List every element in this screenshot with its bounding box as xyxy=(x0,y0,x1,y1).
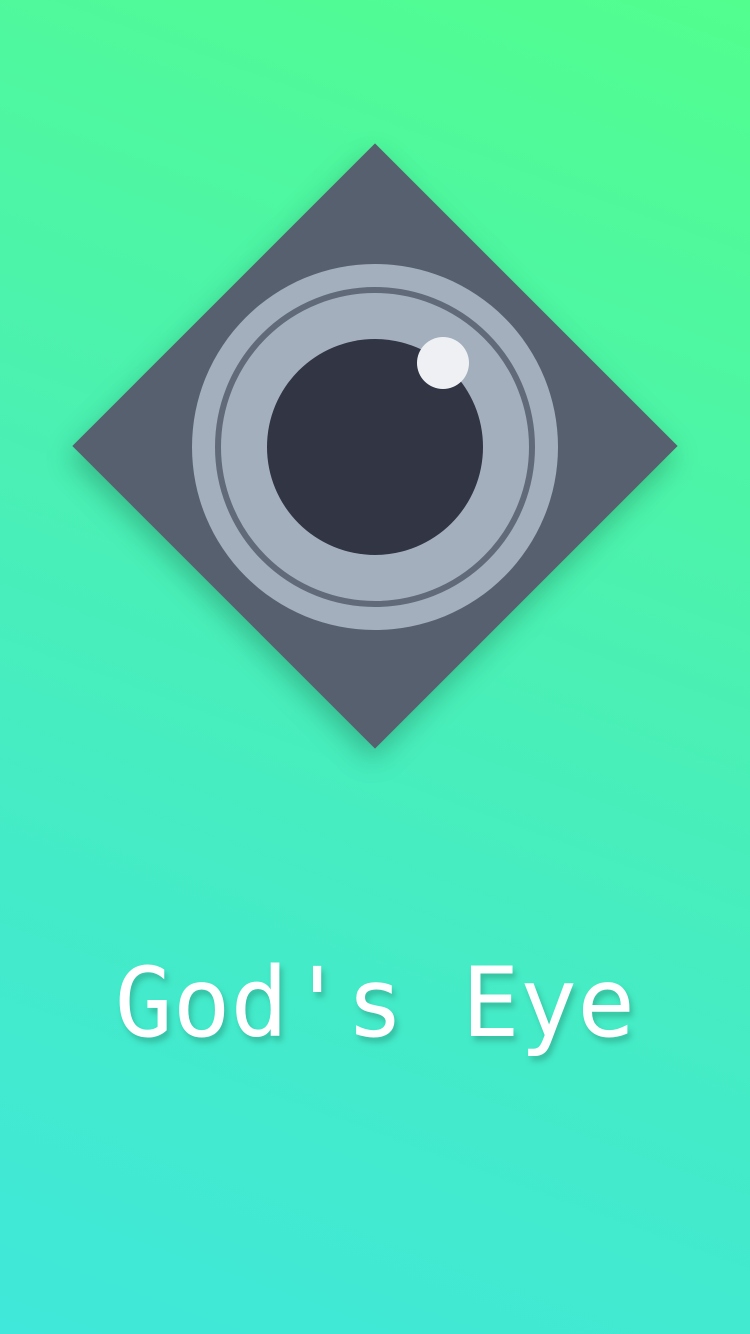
app-title: God's Eye xyxy=(114,947,636,1059)
splash-screen: God's Eye xyxy=(0,0,750,1334)
app-logo xyxy=(72,143,678,749)
lens-glint xyxy=(417,337,469,389)
